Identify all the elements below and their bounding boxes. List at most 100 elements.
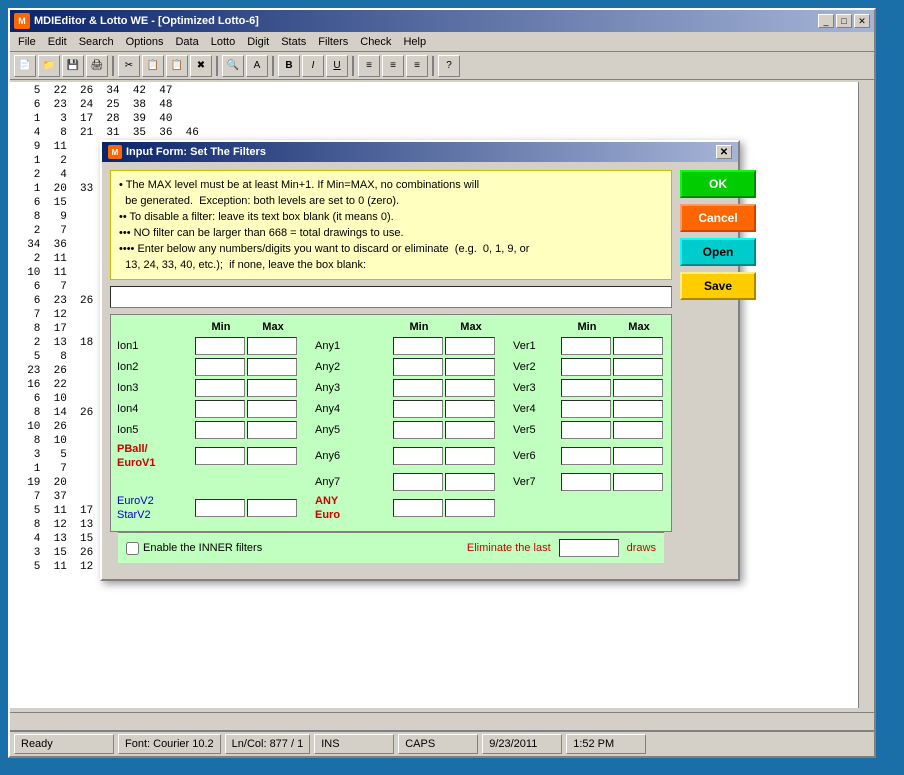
ion1-max-input[interactable] <box>247 337 297 355</box>
pball-min-input[interactable] <box>195 447 245 465</box>
any2-max-input[interactable] <box>445 358 495 376</box>
main-window-title: MDIEditor & Lotto WE - [Optimized Lotto-… <box>34 15 818 27</box>
dialog-title-bar: M Input Form: Set The Filters ✕ <box>102 142 738 162</box>
info-line-2: be generated. Exception: both levels are… <box>119 193 663 209</box>
ion3-min-input[interactable] <box>195 379 245 397</box>
status-time: 1:52 PM <box>566 734 646 754</box>
ion4-min-input[interactable] <box>195 400 245 418</box>
ver4-min-input[interactable] <box>561 400 611 418</box>
any4-max-input[interactable] <box>445 400 495 418</box>
ver7-min-input[interactable] <box>561 473 611 491</box>
pball-max-input[interactable] <box>247 447 297 465</box>
menu-search[interactable]: Search <box>73 34 120 50</box>
content-line: 5 22 26 34 42 47 <box>14 84 854 98</box>
toolbar-align-right[interactable]: ≡ <box>406 55 428 77</box>
any3-max-input[interactable] <box>445 379 495 397</box>
inner-filter-checkbox[interactable] <box>126 542 139 555</box>
dialog-right-panel: OK Cancel Open Save <box>680 170 756 571</box>
menu-edit[interactable]: Edit <box>42 34 73 50</box>
any2-min-input[interactable] <box>393 358 443 376</box>
toolbar-copy[interactable]: 📋 <box>142 55 164 77</box>
open-button[interactable]: Open <box>680 238 756 266</box>
save-button[interactable]: Save <box>680 272 756 300</box>
ver6-min-input[interactable] <box>561 447 611 465</box>
toolbar-align-left[interactable]: ≡ <box>358 55 380 77</box>
any7-min-input[interactable] <box>393 473 443 491</box>
any6-max-input[interactable] <box>445 447 495 465</box>
any6-min-input[interactable] <box>393 447 443 465</box>
vertical-scrollbar[interactable] <box>858 82 874 708</box>
eliminate-last-input[interactable] <box>559 539 619 557</box>
pball-label: PBall/EuroV1 <box>117 442 195 470</box>
any7-label: Any7 <box>315 476 393 488</box>
ion2-max-input[interactable] <box>247 358 297 376</box>
ver3-max-input[interactable] <box>613 379 663 397</box>
maximize-button[interactable]: □ <box>836 14 852 28</box>
toolbar-open[interactable]: 📁 <box>38 55 60 77</box>
toolbar-align-center[interactable]: ≡ <box>382 55 404 77</box>
any3-min-input[interactable] <box>393 379 443 397</box>
ver2-max-input[interactable] <box>613 358 663 376</box>
ver6-label: Ver6 <box>513 450 561 462</box>
ion5-min-input[interactable] <box>195 421 245 439</box>
toolbar-underline[interactable]: U <box>326 55 348 77</box>
menu-check[interactable]: Check <box>354 34 397 50</box>
toolbar-sep1 <box>112 56 114 76</box>
ion1-min-input[interactable] <box>195 337 245 355</box>
menu-file[interactable]: File <box>12 34 42 50</box>
menu-help[interactable]: Help <box>397 34 432 50</box>
toolbar-find[interactable]: 🔍 <box>222 55 244 77</box>
any1-max-input[interactable] <box>445 337 495 355</box>
minimize-button[interactable]: _ <box>818 14 834 28</box>
eurov2-max-input[interactable] <box>247 499 297 517</box>
ion4-max-input[interactable] <box>247 400 297 418</box>
ver1-max-input[interactable] <box>613 337 663 355</box>
menu-data[interactable]: Data <box>169 34 204 50</box>
ver4-max-input[interactable] <box>613 400 663 418</box>
toolbar-italic[interactable]: I <box>302 55 324 77</box>
toolbar-new[interactable]: 📄 <box>14 55 36 77</box>
col2-label-header <box>315 321 393 333</box>
ver6-max-input[interactable] <box>613 447 663 465</box>
cancel-button[interactable]: Cancel <box>680 204 756 232</box>
menu-digit[interactable]: Digit <box>241 34 275 50</box>
any-euro-label: ANYEuro <box>315 494 393 522</box>
any5-max-input[interactable] <box>445 421 495 439</box>
ion2-min-input[interactable] <box>195 358 245 376</box>
ver3-min-input[interactable] <box>561 379 611 397</box>
any-euro-min-input[interactable] <box>393 499 443 517</box>
toolbar-print[interactable]: 🖨 <box>86 55 108 77</box>
menu-options[interactable]: Options <box>120 34 170 50</box>
toolbar-paste[interactable]: 📋 <box>166 55 188 77</box>
menu-filters[interactable]: Filters <box>312 34 354 50</box>
toolbar-cut[interactable]: ✂ <box>118 55 140 77</box>
menu-stats[interactable]: Stats <box>275 34 312 50</box>
any1-min-input[interactable] <box>393 337 443 355</box>
toolbar-font[interactable]: A <box>246 55 268 77</box>
toolbar-bold[interactable]: B <box>278 55 300 77</box>
any5-min-input[interactable] <box>393 421 443 439</box>
any-euro-max-input[interactable] <box>445 499 495 517</box>
ion5-max-input[interactable] <box>247 421 297 439</box>
dialog-title-text: Input Form: Set The Filters <box>126 146 266 158</box>
any4-min-input[interactable] <box>393 400 443 418</box>
dialog-close-button[interactable]: ✕ <box>716 145 732 159</box>
close-button[interactable]: ✕ <box>854 14 870 28</box>
toolbar-help[interactable]: ? <box>438 55 460 77</box>
content-line: 1 3 17 28 39 40 <box>14 112 854 126</box>
eliminate-numbers-input[interactable] <box>111 287 671 307</box>
ver2-min-input[interactable] <box>561 358 611 376</box>
ver5-max-input[interactable] <box>613 421 663 439</box>
horizontal-scrollbar[interactable] <box>10 712 874 728</box>
toolbar-delete[interactable]: ✖ <box>190 55 212 77</box>
any7-max-input[interactable] <box>445 473 495 491</box>
eurov2-min-input[interactable] <box>195 499 245 517</box>
col3-min-header: Min <box>561 321 613 333</box>
ion3-max-input[interactable] <box>247 379 297 397</box>
ver1-min-input[interactable] <box>561 337 611 355</box>
ver5-min-input[interactable] <box>561 421 611 439</box>
ver7-max-input[interactable] <box>613 473 663 491</box>
toolbar-save[interactable]: 💾 <box>62 55 84 77</box>
menu-lotto[interactable]: Lotto <box>205 34 241 50</box>
ok-button[interactable]: OK <box>680 170 756 198</box>
